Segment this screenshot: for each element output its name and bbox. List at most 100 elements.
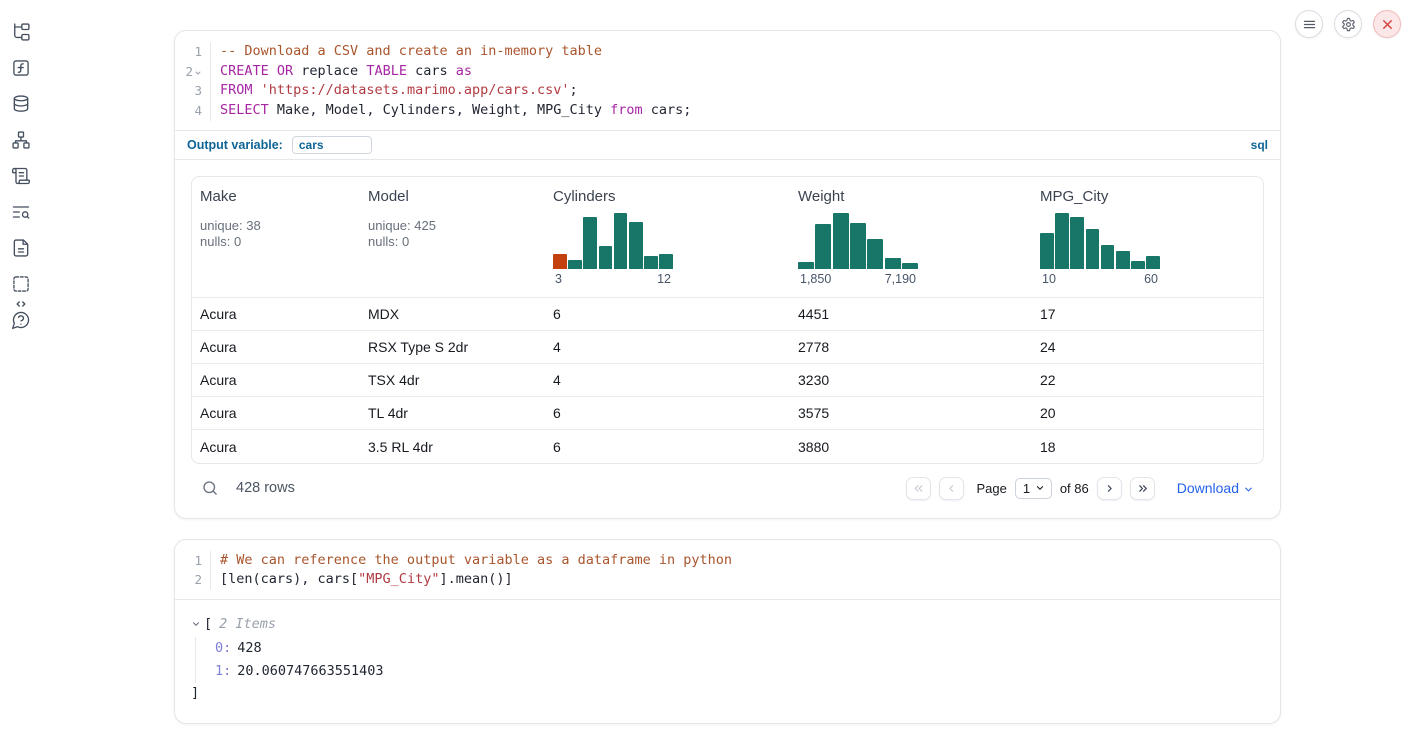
column-header-weight[interactable]: Weight 1,850 7,190 xyxy=(790,177,1032,298)
table-cell: TSX 4dr xyxy=(360,364,545,397)
column-stats: unique: 425nulls: 0 xyxy=(368,218,537,250)
axis-tick-max: 7,190 xyxy=(885,272,916,286)
histogram-bar xyxy=(659,254,673,269)
histogram-bars xyxy=(798,213,918,269)
first-page-button[interactable] xyxy=(906,477,931,500)
output-variable-input[interactable] xyxy=(292,136,372,154)
table-row[interactable]: AcuraMDX6445117 xyxy=(192,298,1263,331)
histogram-bar xyxy=(850,223,866,268)
line-number-gutter: 1234 xyxy=(175,42,211,121)
histogram-axis: 1060 xyxy=(1040,272,1160,287)
histogram-bar xyxy=(1040,233,1054,268)
sql-cell-output: Makeunique: 38nulls: 0Modelunique: 425nu… xyxy=(175,159,1280,518)
code-token: 'https://datasets.marimo.app/cars.csv' xyxy=(261,82,570,98)
table-footer: 428 rows Page 1 of 86 xyxy=(191,464,1264,502)
download-label: Download xyxy=(1177,480,1239,496)
logs-icon[interactable] xyxy=(11,202,31,222)
table-cell: 17 xyxy=(1032,298,1263,331)
shutdown-button[interactable] xyxy=(1373,10,1401,38)
menu-icon xyxy=(1302,17,1317,32)
code-line: SELECT Make, Model, Cylinders, Weight, M… xyxy=(220,101,1280,121)
table-cell: 3880 xyxy=(790,430,1032,463)
table-cell: 3.5 RL 4dr xyxy=(360,430,545,463)
tree-entries: 0:4281:20.060747663551403 xyxy=(195,637,1264,683)
last-page-button[interactable] xyxy=(1130,477,1155,500)
table-cell: 4 xyxy=(545,364,790,397)
line-number: 4 xyxy=(175,101,202,121)
table-cell: MDX xyxy=(360,298,545,331)
table-body: AcuraMDX6445117AcuraRSX Type S 2dr427782… xyxy=(192,298,1263,463)
download-menu[interactable]: Download xyxy=(1177,480,1254,496)
histogram-bar xyxy=(833,213,849,269)
file-tree-icon[interactable] xyxy=(11,22,31,42)
code-token: CREATE OR xyxy=(220,63,293,79)
column-header-mpg_city[interactable]: MPG_City 1060 xyxy=(1032,177,1263,298)
notebook: 1234 -- Download a CSV and create an in-… xyxy=(174,30,1281,724)
stat-line: nulls: 0 xyxy=(200,234,352,250)
gear-button[interactable] xyxy=(1334,10,1362,38)
sql-code[interactable]: -- Download a CSV and create an in-memor… xyxy=(211,42,1280,121)
next-page-button[interactable] xyxy=(1097,477,1122,500)
line-number: 2 xyxy=(175,570,202,590)
line-number: 1 xyxy=(175,42,202,62)
data-table: Makeunique: 38nulls: 0Modelunique: 425nu… xyxy=(191,176,1264,464)
axis-tick-max: 12 xyxy=(657,272,671,286)
dependency-graph-icon[interactable] xyxy=(11,130,31,150)
python-cell: 12 # We can reference the output variabl… xyxy=(174,539,1281,724)
fold-chevron-icon[interactable] xyxy=(194,69,202,77)
python-code[interactable]: # We can reference the output variable a… xyxy=(211,551,1280,590)
table-row[interactable]: AcuraTSX 4dr4323022 xyxy=(192,364,1263,397)
column-header-cylinders[interactable]: Cylinders312 xyxy=(545,177,790,298)
table-row[interactable]: Acura3.5 RL 4dr6388018 xyxy=(192,430,1263,463)
column-label: MPG_City xyxy=(1040,188,1255,205)
chevron-left-icon xyxy=(945,482,958,495)
menu-button[interactable] xyxy=(1295,10,1323,38)
line-number-gutter: 12 xyxy=(175,551,211,590)
histogram-axis: 312 xyxy=(553,272,673,287)
axis-tick-min: 1,850 xyxy=(800,272,831,286)
stat-line: nulls: 0 xyxy=(368,234,537,250)
code-token: Make, Model, Cylinders, Weight, MPG_City xyxy=(269,102,610,118)
collapse-caret-icon[interactable] xyxy=(191,619,201,629)
column-label: Make xyxy=(200,188,352,205)
snippets-icon[interactable] xyxy=(11,274,31,294)
sidebar-panel-switcher xyxy=(0,0,42,729)
table-cell: 6 xyxy=(545,397,790,430)
column-label: Weight xyxy=(798,188,1024,205)
histogram-bar xyxy=(798,262,814,269)
python-code-editor[interactable]: 12 # We can reference the output variabl… xyxy=(175,540,1280,599)
search-icon[interactable] xyxy=(201,479,219,497)
tree-root: [ 2 Items xyxy=(191,614,1264,634)
scratchpad-icon[interactable] xyxy=(11,166,31,186)
chevron-right-icon xyxy=(1103,482,1116,495)
code-token: cars; xyxy=(643,102,692,118)
column-header-model[interactable]: Modelunique: 425nulls: 0 xyxy=(360,177,545,298)
help-icon[interactable] xyxy=(11,310,31,330)
column-histogram: 312 xyxy=(553,213,673,287)
tree-entry: 1:20.060747663551403 xyxy=(215,660,1264,683)
table-cell: 20 xyxy=(1032,397,1263,430)
histogram-bar xyxy=(815,224,831,269)
prev-page-button[interactable] xyxy=(939,477,964,500)
language-tag: sql xyxy=(1251,138,1268,152)
histogram-bar xyxy=(885,258,901,269)
histogram-bar xyxy=(629,222,643,268)
code-token: cars xyxy=(407,63,456,79)
tree-value: 428 xyxy=(237,640,261,656)
sql-code-editor[interactable]: 1234 -- Download a CSV and create an in-… xyxy=(175,31,1280,130)
histogram-bar xyxy=(1086,229,1100,269)
table-cell: TL 4dr xyxy=(360,397,545,430)
functions-icon[interactable] xyxy=(11,58,31,78)
histogram-bar xyxy=(599,246,613,268)
page-select[interactable]: 1 xyxy=(1015,478,1052,499)
histogram-bar xyxy=(1116,251,1130,269)
column-header-make[interactable]: Makeunique: 38nulls: 0 xyxy=(192,177,360,298)
documentation-icon[interactable] xyxy=(11,238,31,258)
histogram-bar xyxy=(583,217,597,269)
table-row[interactable]: AcuraRSX Type S 2dr4277824 xyxy=(192,331,1263,364)
table-row[interactable]: AcuraTL 4dr6357520 xyxy=(192,397,1263,430)
code-token: from xyxy=(610,102,643,118)
code-token xyxy=(253,82,261,98)
row-count: 428 rows xyxy=(236,480,295,496)
datasources-icon[interactable] xyxy=(11,94,31,114)
